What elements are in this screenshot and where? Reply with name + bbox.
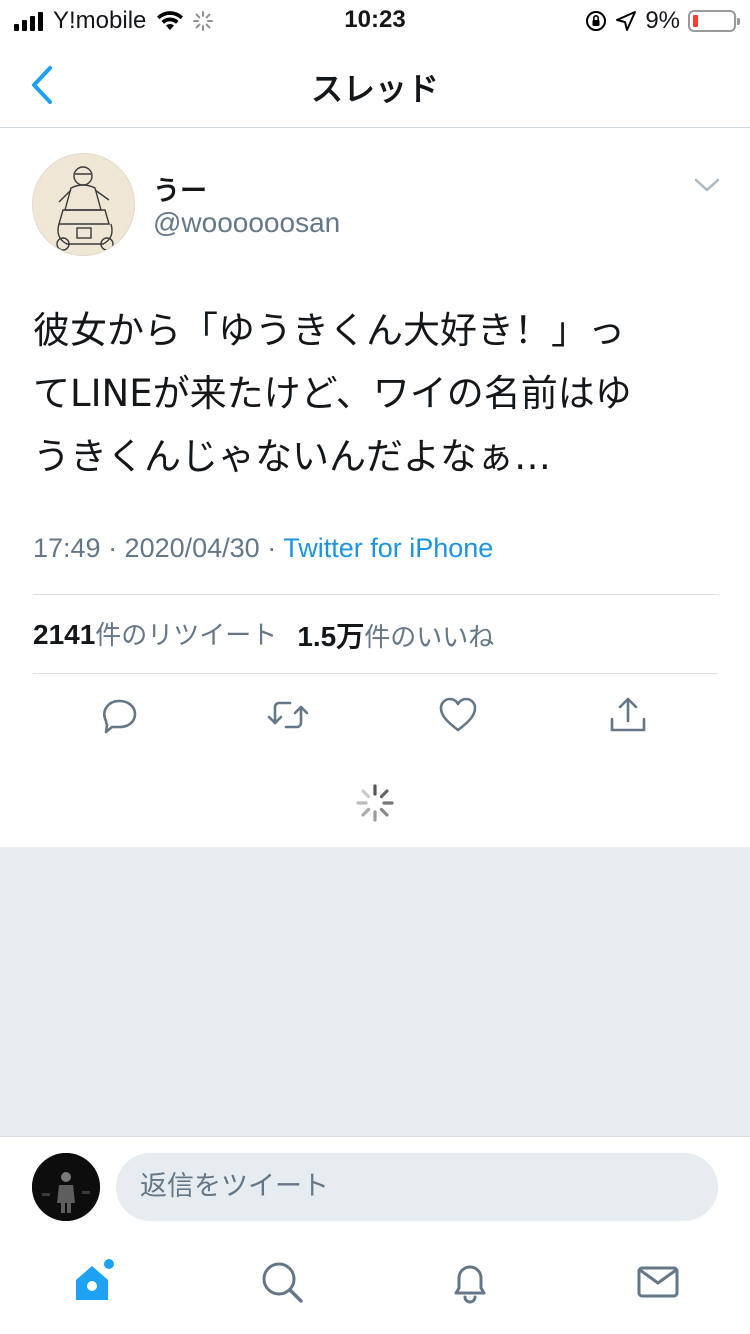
page-title: スレッド [310,70,439,108]
tab-bar [0,1236,750,1334]
empty-replies-area [0,847,750,1136]
tab-messages[interactable] [634,1258,682,1306]
author-handle[interactable]: @woooooosan [153,207,340,239]
current-user-avatar[interactable] [32,1153,100,1221]
tweet-text-line: 彼女から「ゆうきくん大好き！」っ [33,309,625,352]
home-icon [76,1259,114,1300]
share-button[interactable] [604,691,652,739]
battery-percentage: 9% [645,7,680,34]
tweet-actions [0,691,750,743]
like-button[interactable] [434,691,482,739]
mail-icon [637,1266,679,1298]
location-arrow-icon [616,11,637,31]
navigation-bar: スレッド [0,42,750,128]
reply-button[interactable] [94,691,142,739]
like-label: 件のいいね [364,623,495,653]
tab-search[interactable] [258,1258,306,1306]
tweet-text-line: うきくんじゃないんだよなぁ… [33,435,551,478]
tweet-text: 彼女から「ゆうきくん大好き！」っ てLINEが来たけど、ワイの名前はゆ うきくん… [33,299,713,488]
tweet-text-line: てLINEが来たけど、ワイの名前はゆ [33,372,632,415]
reply-icon [103,699,137,734]
retweet-stat[interactable]: 2141件のリツイート [33,615,277,655]
retweet-icon [267,701,309,729]
tweet-stats: 2141件のリツイート 1.5万件のいいね [33,615,494,655]
heart-icon [439,697,477,732]
status-bar-right: 9% [585,6,740,36]
bell-icon [454,1265,486,1304]
divider [33,673,718,674]
share-icon [610,697,646,732]
tab-notifications[interactable] [446,1258,494,1306]
retweet-button[interactable] [264,691,312,739]
tweet-metadata: 17:49 · 2020/04/30 · Twitter for iPhone [33,533,493,564]
divider [33,594,718,595]
tweet-timestamp: 17:49 · 2020/04/30 · [33,533,284,563]
chevron-down-icon[interactable] [692,175,722,195]
author-display-name[interactable]: うー [153,169,207,208]
tweet-source-link[interactable]: Twitter for iPhone [283,533,493,563]
like-count: 1.5万 [297,621,365,652]
avatar-illustration-icon [33,154,134,255]
orientation-lock-icon [586,11,607,31]
user-photo-icon [32,1153,100,1221]
author-avatar[interactable] [32,153,135,256]
reply-input[interactable]: 返信をツイート [116,1153,718,1221]
status-bar: Y!mobile 10:23 9% [0,0,750,42]
retweet-label: 件のリツイート [95,621,278,651]
search-icon [262,1262,303,1303]
like-stat[interactable]: 1.5万件のいいね [297,615,494,655]
loading-spinner-icon [356,784,394,822]
reply-composer-bar: 返信をツイート [0,1136,750,1236]
battery-icon [688,10,740,32]
tab-home[interactable] [70,1258,118,1306]
retweet-count: 2141 [33,619,96,650]
